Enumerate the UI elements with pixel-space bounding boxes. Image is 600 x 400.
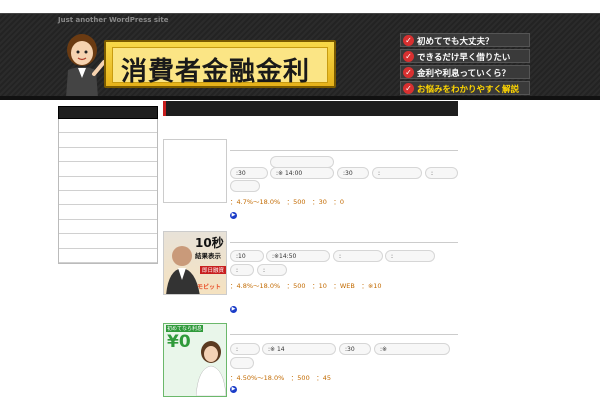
lender-description: ：4.50%～18.0% ：500 ：45 xyxy=(230,374,331,382)
sidebar-link[interactable] xyxy=(59,205,157,220)
lender-description: ：4.7%～18.0% ：500 ：30 ：0 xyxy=(230,198,344,206)
thumbnail-badge: 即日融資 xyxy=(200,266,226,274)
detail-link[interactable]: ▶ xyxy=(230,210,239,219)
spec-pill: :※ 14:00 xyxy=(270,167,334,179)
spec-pill: : xyxy=(257,264,287,276)
mascot-illustration xyxy=(66,34,106,98)
spec-pill: :30 xyxy=(339,343,371,355)
spec-pill: : xyxy=(385,250,435,262)
sidebar-heading xyxy=(58,106,158,119)
spec-pill: :※14:50 xyxy=(266,250,330,262)
spec-pill: : xyxy=(230,264,254,276)
detail-link[interactable]: ▶ xyxy=(230,384,239,393)
check-icon: ✓ xyxy=(403,51,414,62)
feature-item: ✓ 初めてでも大丈夫？ xyxy=(400,33,530,47)
sidebar-link[interactable] xyxy=(59,162,157,177)
logo-plate: 消費者金融金利 xyxy=(112,47,328,87)
spec-pill: :10 xyxy=(230,250,264,262)
divider xyxy=(230,334,458,335)
feature-item: ✓ できるだけ早く借りたい xyxy=(400,49,530,63)
thumbnail-caption: 初めてなら利息 xyxy=(166,325,204,332)
divider xyxy=(230,242,458,243)
lender-thumbnail[interactable]: 初めてなら利息 ¥0 xyxy=(163,323,227,397)
spec-pill: : xyxy=(230,343,260,355)
right-column xyxy=(462,100,600,400)
lender-thumbnail[interactable] xyxy=(163,139,227,203)
lender-description: ：4.8%～18.0% ：500 ：10 ：WEB ：※10 xyxy=(230,282,382,290)
spec-pill: :※ xyxy=(374,343,450,355)
arrow-icon: ▶ xyxy=(230,212,237,219)
thumbnail-subhead: 結果表示 xyxy=(195,252,221,260)
lender-card: 初めてなら利息 ¥0 : :※ 14 :30 :※ ：4.50%～18.0% ：… xyxy=(163,323,458,399)
sidebar-link[interactable] xyxy=(59,234,157,249)
sidebar xyxy=(58,106,158,264)
site-tagline: Just another WordPress site xyxy=(58,16,169,24)
top-bar xyxy=(0,0,600,14)
spec-pill: :30 xyxy=(337,167,369,179)
divider xyxy=(230,150,458,151)
detail-link[interactable]: ▶ xyxy=(230,304,239,313)
check-icon: ✓ xyxy=(403,83,414,94)
arrow-icon: ▶ xyxy=(230,306,237,313)
spec-pill: :30 xyxy=(230,167,268,179)
person-photo xyxy=(196,341,226,396)
lender-thumbnail[interactable]: 10秒 結果表示 即日融資 モビット xyxy=(163,231,227,295)
lender-card: 10秒 結果表示 即日融資 モビット :10 :※14:50 : : : : ：… xyxy=(163,231,458,319)
feature-item: ✓ 金利や利息っていくら？ xyxy=(400,65,530,79)
feature-label: 初めてでも大丈夫？ xyxy=(417,37,494,47)
spec-pill: : xyxy=(425,167,458,179)
main-heading xyxy=(163,101,458,116)
sidebar-link[interactable] xyxy=(59,177,157,191)
spec-pill: : xyxy=(372,167,422,179)
feature-item: ✓ お悩みをわかりやすく解説 xyxy=(400,81,530,95)
spec-pill: : xyxy=(333,250,383,262)
thumbnail-headline: ¥0 xyxy=(167,332,191,352)
site-logo[interactable]: 消費者金融金利 xyxy=(104,40,336,88)
sidebar-link[interactable] xyxy=(59,191,157,206)
site-title: 消費者金融金利 xyxy=(121,57,311,87)
feature-label: 金利や利息っていくら？ xyxy=(417,69,511,79)
feature-label: お悩みをわかりやすく解説 xyxy=(417,85,520,95)
thumbnail-headline: 10秒 xyxy=(195,236,224,250)
sidebar-menu xyxy=(58,119,158,264)
spec-pill: :※ 14 xyxy=(262,343,336,355)
sidebar-link[interactable] xyxy=(59,249,157,263)
sidebar-link[interactable] xyxy=(59,133,157,148)
feature-label: できるだけ早く借りたい xyxy=(417,53,511,63)
sidebar-link[interactable] xyxy=(59,148,157,163)
sidebar-link[interactable] xyxy=(59,119,157,134)
check-icon: ✓ xyxy=(403,35,414,46)
check-icon: ✓ xyxy=(403,67,414,78)
sidebar-link[interactable] xyxy=(59,220,157,235)
spec-pill xyxy=(230,180,260,192)
spec-pill xyxy=(230,357,254,369)
thumbnail-brand: モビット xyxy=(197,284,222,291)
lender-card: :30 :※ 14:00 :30 : : ：4.7%～18.0% ：500 ：3… xyxy=(163,139,458,227)
arrow-icon: ▶ xyxy=(230,386,237,393)
